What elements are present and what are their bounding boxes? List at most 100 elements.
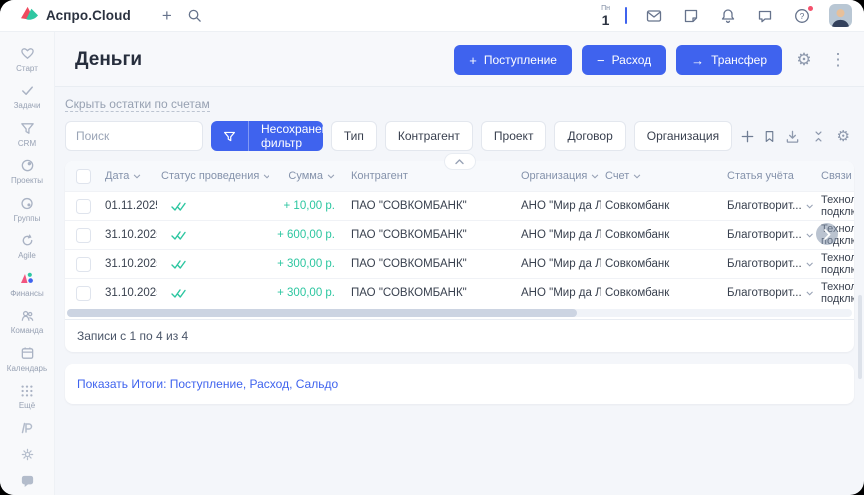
plus-icon: + xyxy=(469,53,477,68)
sidebar-item-label: Старт xyxy=(16,64,38,73)
sidebar-item-calendar[interactable]: Календарь xyxy=(0,340,54,378)
create-plus-icon[interactable]: + xyxy=(153,2,181,30)
cell-organization: АНО "Мир да Лад" xyxy=(517,287,601,299)
cell-category-select[interactable]: Благотворит... xyxy=(723,287,817,299)
collapse-panel-pill[interactable] xyxy=(444,153,476,170)
row-checkbox[interactable] xyxy=(76,228,91,243)
filter-counterparty-button[interactable]: Контрагент xyxy=(385,121,473,151)
sidebar-item-agile[interactable]: Agile xyxy=(0,228,54,266)
notification-dot xyxy=(808,6,813,11)
column-header-date[interactable]: Дата xyxy=(101,170,157,182)
cell-links[interactable]: Технология подключен xyxy=(817,194,854,218)
filter-funnel-icon[interactable] xyxy=(211,121,249,151)
column-header-category[interactable]: Статья учёта xyxy=(723,170,817,182)
table-settings-gear-icon[interactable]: ⚙ xyxy=(837,127,850,145)
cell-account: Совкомбанк xyxy=(601,287,723,299)
table-row[interactable]: 31.10.2025 + 300,00 р. ПАО "СОВКОМБАНК" … xyxy=(65,249,854,278)
finance-icon xyxy=(19,270,35,287)
vertical-scrollbar[interactable] xyxy=(858,295,862,379)
heart-icon xyxy=(20,45,35,62)
scrollbar-thumb[interactable] xyxy=(67,309,577,317)
collapse-rows-icon[interactable] xyxy=(812,129,825,144)
expense-button[interactable]: − Расход xyxy=(582,45,666,75)
sidebar-item-team[interactable]: Команда xyxy=(0,303,54,341)
cell-links[interactable]: Технология подключен xyxy=(817,252,854,276)
kebab-menu-icon[interactable]: ⋮ xyxy=(826,50,850,70)
mail-icon[interactable] xyxy=(640,2,668,30)
support-chat-icon[interactable] xyxy=(0,468,54,495)
row-checkbox[interactable] xyxy=(76,286,91,301)
table-scroll-right-button[interactable] xyxy=(816,223,838,245)
column-header-links[interactable]: Связи xyxy=(817,170,854,182)
sidebar-item-more[interactable]: Ещё xyxy=(0,378,54,416)
search-input[interactable] xyxy=(65,121,203,151)
sort-chevron-icon xyxy=(133,174,141,179)
cell-organization: АНО "Мир да Лад" xyxy=(517,200,601,212)
sidebar-item-label: Проекты xyxy=(11,176,43,185)
select-all-checkbox[interactable] xyxy=(76,169,91,184)
column-header-counterparty[interactable]: Контрагент xyxy=(339,170,517,182)
sort-chevron-icon xyxy=(327,174,335,179)
cell-date: 31.10.2025 xyxy=(101,229,157,241)
sidebar-item-tasks[interactable]: Задачи xyxy=(0,78,54,116)
bookmark-icon[interactable] xyxy=(763,129,776,144)
row-checkbox[interactable] xyxy=(76,257,91,272)
sidebar-item-finance[interactable]: Финансы xyxy=(0,265,54,303)
row-checkbox[interactable] xyxy=(76,199,91,214)
calendar-icon xyxy=(20,345,35,362)
product-logo-icon[interactable] xyxy=(0,415,54,442)
double-check-icon xyxy=(171,230,186,241)
table-row[interactable]: 31.10.2025 + 300,00 р. ПАО "СОВКОМБАНК" … xyxy=(65,278,854,307)
sidebar: Старт Задачи CRM Проекты Группы Agile xyxy=(0,32,55,495)
chat-icon[interactable] xyxy=(751,2,779,30)
aspro-logo-icon xyxy=(20,5,39,27)
user-avatar[interactable] xyxy=(829,4,852,27)
income-button[interactable]: + Поступление xyxy=(454,45,572,75)
filter-type-button[interactable]: Тип xyxy=(331,121,377,151)
calendar-weekday: Пн xyxy=(601,5,610,12)
calendar-date-widget[interactable]: Пн 1 xyxy=(601,5,610,27)
integrations-gear-icon[interactable] xyxy=(0,442,54,469)
unsaved-filter-chip[interactable]: Несохраненный фильтр ✕ xyxy=(211,121,323,151)
arrow-right-icon: → xyxy=(691,53,704,68)
filter-project-button[interactable]: Проект xyxy=(481,121,547,151)
hide-balances-link[interactable]: Скрыть остатки по счетам xyxy=(65,97,210,112)
column-header-account[interactable]: Счет xyxy=(601,170,723,182)
table-row[interactable]: 01.11.2025 + 10,00 р. ПАО "СОВКОМБАНК" А… xyxy=(65,191,854,220)
search-icon[interactable] xyxy=(181,2,209,30)
main-area: Деньги + Поступление − Расход → Трансфер… xyxy=(55,32,864,495)
column-header-amount[interactable]: Сумма xyxy=(269,170,339,182)
sidebar-item-label: Финансы xyxy=(10,289,44,298)
app-logo[interactable]: Аспро.Cloud xyxy=(20,5,131,27)
transfer-button[interactable]: → Трансфер xyxy=(676,45,782,75)
page-settings-gear-icon[interactable]: ⚙ xyxy=(792,50,816,70)
table-row[interactable]: 31.10.2025 + 600,00 р. ПАО "СОВКОМБАНК" … xyxy=(65,220,854,249)
cell-counterparty: ПАО "СОВКОМБАНК" xyxy=(339,287,517,299)
show-totals-link[interactable]: Показать Итоги: Поступление, Расход, Сал… xyxy=(77,377,338,391)
cell-amount: + 300,00 р. xyxy=(269,287,339,299)
sidebar-item-start[interactable]: Старт xyxy=(0,40,54,78)
cell-status xyxy=(157,201,269,212)
help-icon[interactable]: ? xyxy=(788,2,816,30)
sidebar-item-groups[interactable]: Группы xyxy=(0,190,54,228)
cell-category-select[interactable]: Благотворит... xyxy=(723,200,817,212)
cell-account: Совкомбанк xyxy=(601,200,723,212)
filter-contract-button[interactable]: Договор xyxy=(554,121,625,151)
chevron-down-icon xyxy=(806,204,813,209)
export-download-icon[interactable] xyxy=(785,129,800,144)
cell-links[interactable]: Технология подключен xyxy=(817,281,854,305)
cell-category-select[interactable]: Благотворит... xyxy=(723,258,817,270)
notes-icon[interactable] xyxy=(677,2,705,30)
records-info: Записи с 1 по 4 из 4 xyxy=(65,319,854,352)
column-header-organization[interactable]: Организация xyxy=(517,170,601,182)
agile-icon xyxy=(20,232,35,249)
add-filter-plus-icon[interactable] xyxy=(740,129,755,144)
bell-icon[interactable] xyxy=(714,2,742,30)
cell-status xyxy=(157,288,269,299)
column-header-status[interactable]: Статус проведения xyxy=(157,170,269,182)
filter-organization-button[interactable]: Организация xyxy=(634,121,732,151)
cell-category-select[interactable]: Благотворит... xyxy=(723,229,817,241)
scrollbar-track[interactable] xyxy=(67,309,852,317)
sidebar-item-projects[interactable]: Проекты xyxy=(0,153,54,191)
sidebar-item-crm[interactable]: CRM xyxy=(0,115,54,153)
